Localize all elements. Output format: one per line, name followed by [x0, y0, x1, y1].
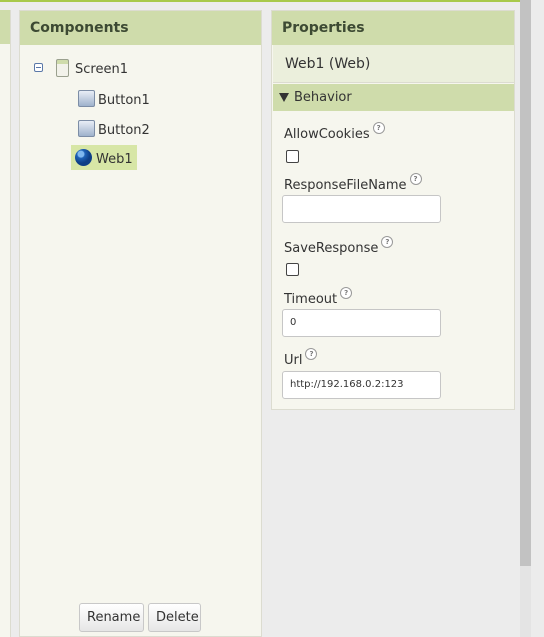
timeout-input[interactable]: 0 — [282, 309, 441, 337]
section-label: Behavior — [294, 90, 352, 105]
collapse-icon[interactable] — [34, 63, 43, 72]
responsefilename-input[interactable] — [282, 195, 441, 223]
rename-button[interactable]: Rename — [79, 603, 144, 632]
url-label: Url? — [284, 348, 318, 368]
button-icon — [78, 120, 95, 137]
tree-item-label: Screen1 — [75, 62, 128, 77]
responsefilename-label: ResponseFileName? — [284, 173, 422, 193]
properties-title: Properties — [272, 11, 514, 45]
button-icon — [78, 90, 95, 107]
timeout-label: Timeout? — [284, 287, 353, 307]
selected-component-title: Web1 (Web) — [273, 45, 514, 83]
url-input[interactable]: http://192.168.0.2:123 — [282, 371, 441, 399]
tree-item-label: Web1 — [96, 152, 133, 167]
saveresponse-checkbox[interactable] — [286, 263, 299, 276]
screen-icon — [56, 58, 69, 77]
tree-item-screen1[interactable]: Screen1 — [34, 58, 128, 77]
tree-item-label: Button2 — [98, 123, 150, 138]
help-icon[interactable]: ? — [381, 236, 394, 248]
allowcookies-label: AllowCookies? — [284, 122, 385, 142]
globe-icon — [75, 149, 92, 166]
triangle-down-icon[interactable] — [279, 93, 289, 102]
properties-panel: Properties Web1 (Web) Behavior AllowCook… — [271, 10, 515, 410]
help-icon[interactable]: ? — [372, 122, 385, 134]
behavior-section-header[interactable]: Behavior — [273, 84, 514, 111]
components-panel: Components Screen1 Button1 Button2 Web1 — [19, 10, 262, 637]
accent-line — [0, 0, 520, 2]
tree-item-web1[interactable]: Web1 — [71, 145, 137, 170]
allowcookies-checkbox[interactable] — [286, 150, 299, 163]
tree-item-label: Button1 — [98, 93, 150, 108]
help-icon[interactable]: ? — [305, 348, 318, 360]
delete-button[interactable]: Delete — [148, 603, 201, 632]
help-icon[interactable]: ? — [409, 173, 422, 185]
saveresponse-label: SaveResponse? — [284, 236, 394, 256]
help-icon[interactable]: ? — [340, 287, 353, 299]
components-title: Components — [20, 11, 261, 45]
page-scrollbar[interactable] — [520, 0, 531, 637]
tree-item-button2[interactable]: Button2 — [78, 119, 150, 138]
viewer-panel-edge — [0, 10, 11, 637]
scrollbar-thumb[interactable] — [520, 0, 531, 566]
tree-item-button1[interactable]: Button1 — [78, 89, 150, 108]
